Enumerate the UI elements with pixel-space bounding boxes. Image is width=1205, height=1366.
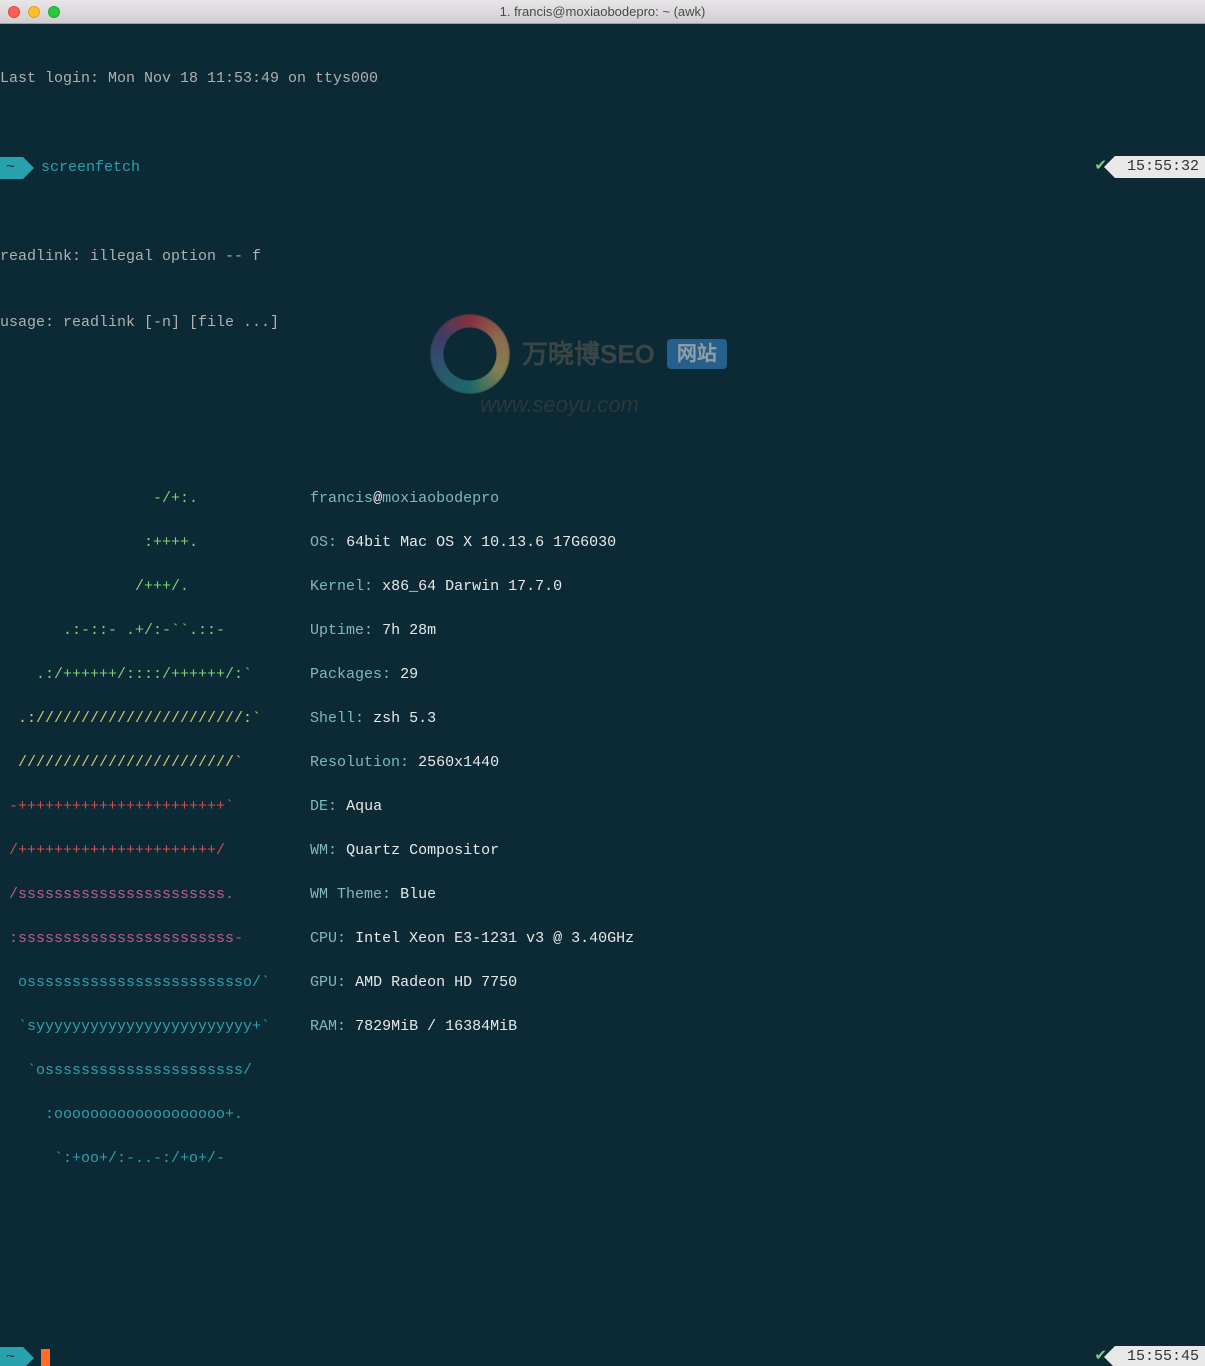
gpu-value: AMD Radeon HD 7750 [355, 974, 517, 991]
prompt-badge: ~ [0, 157, 23, 179]
packages-key: Packages: [310, 666, 391, 683]
kernel-key: Kernel: [310, 578, 373, 595]
last-login-line: Last login: Mon Nov 18 11:53:49 on ttys0… [0, 68, 1205, 90]
info-host: moxiaobodepro [382, 490, 499, 507]
apple-logo-ascii: -/+:. :++++. /+++/. .:-::- .+/:-``.::- .… [0, 466, 270, 1214]
watermark-text: 万晓博SEO [522, 343, 655, 365]
wm-key: WM: [310, 842, 337, 859]
command-text: screenfetch [41, 157, 140, 179]
titlebar: 1. francis@moxiaobodepro: ~ (awk) [0, 0, 1205, 24]
error-line-1: readlink: illegal option -- f [0, 246, 1205, 268]
uptime-key: Uptime: [310, 622, 373, 639]
prompt-line-2: ~ ✔ 15:55:45 [0, 1346, 1205, 1366]
watermark-badge: 网站 [667, 339, 727, 369]
terminal-area[interactable]: Last login: Mon Nov 18 11:53:49 on ttys0… [0, 24, 1205, 1366]
cpu-key: CPU: [310, 930, 346, 947]
window-title: 1. francis@moxiaobodepro: ~ (awk) [0, 4, 1205, 19]
time-badge-2: 15:55:45 [1115, 1346, 1205, 1366]
prompt-badge-2: ~ [0, 1347, 23, 1366]
kernel-value: x86_64 Darwin 17.7.0 [382, 578, 562, 595]
de-key: DE: [310, 798, 337, 815]
cursor-icon[interactable] [41, 1349, 50, 1366]
shell-key: Shell: [310, 710, 364, 727]
blank-line [0, 378, 1205, 400]
right-status-2: ✔ 15:55:45 [1094, 1346, 1205, 1366]
uptime-value: 7h 28m [382, 622, 436, 639]
time-badge-1: 15:55:32 [1115, 156, 1205, 178]
error-line-2: usage: readlink [-n] [file ...] [0, 312, 1205, 334]
os-key: OS: [310, 534, 337, 551]
gpu-key: GPU: [310, 974, 346, 991]
packages-value: 29 [400, 666, 418, 683]
shell-value: zsh 5.3 [373, 710, 436, 727]
blank-line-2 [0, 1280, 1205, 1302]
wmtheme-value: Blue [400, 886, 436, 903]
ram-value: 7829MiB / 16384MiB [355, 1018, 517, 1035]
system-info: francis@moxiaobodepro OS: 64bit Mac OS X… [310, 466, 634, 1214]
cpu-value: Intel Xeon E3-1231 v3 @ 3.40GHz [355, 930, 634, 947]
right-status-1: ✔ 15:55:32 [1094, 156, 1205, 178]
wm-value: Quartz Compositor [346, 842, 499, 859]
de-value: Aqua [346, 798, 382, 815]
wmtheme-key: WM Theme: [310, 886, 391, 903]
ram-key: RAM: [310, 1018, 346, 1035]
os-value: 64bit Mac OS X 10.13.6 17G6030 [346, 534, 616, 551]
screenfetch-output: -/+:. :++++. /+++/. .:-::- .+/:-``.::- .… [0, 466, 1205, 1214]
resolution-value: 2560x1440 [418, 754, 499, 771]
prompt-line-1: ~ screenfetch ✔ 15:55:32 [0, 156, 1205, 180]
resolution-key: Resolution: [310, 754, 409, 771]
info-user: francis [310, 490, 373, 507]
